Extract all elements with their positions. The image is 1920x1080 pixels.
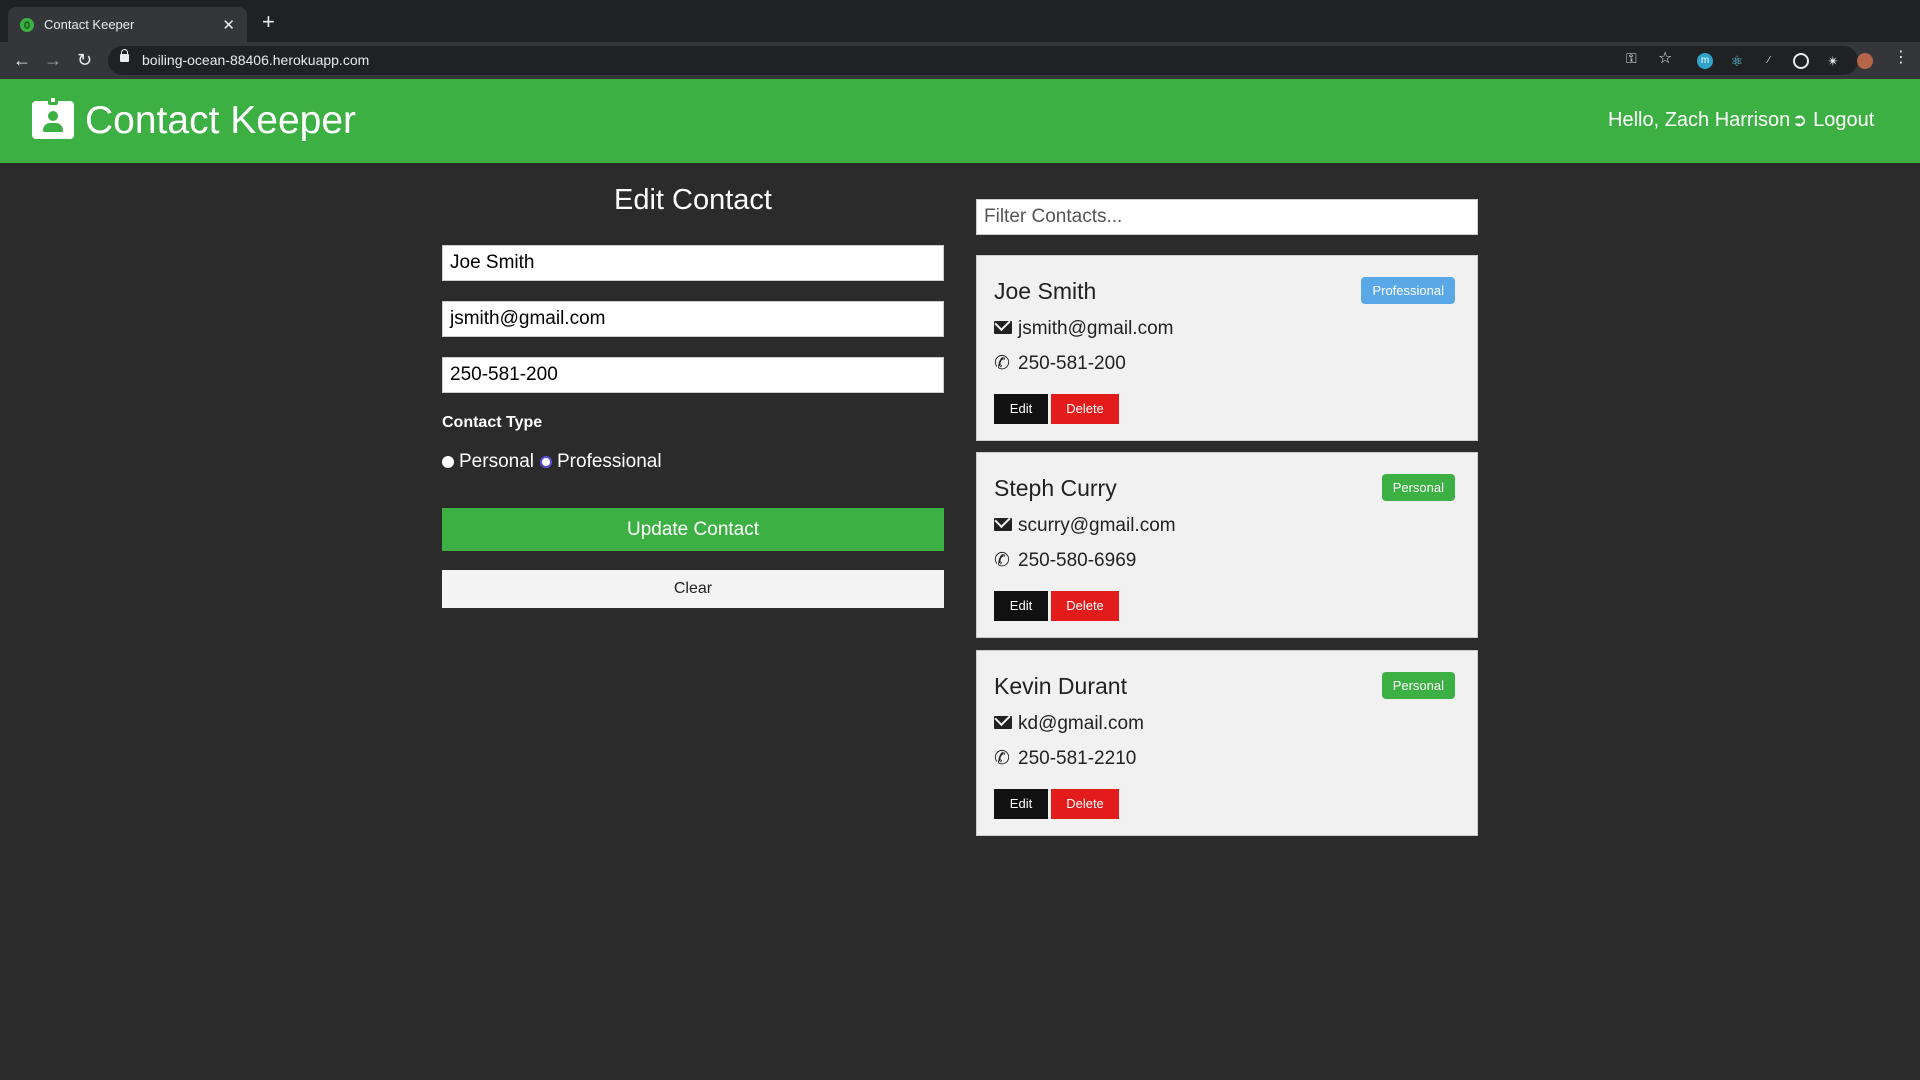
delete-button[interactable]: Delete	[1051, 591, 1119, 621]
update-contact-button[interactable]: Update Contact	[442, 508, 944, 551]
envelope-icon	[994, 515, 1014, 537]
profile-avatar[interactable]	[1857, 53, 1873, 69]
forward-arrow-icon[interactable]: →	[44, 48, 62, 72]
contact-type-radios: Personal Professional	[442, 451, 668, 473]
radio-personal-label: Personal	[459, 451, 534, 472]
phone-icon: ✆	[994, 550, 1010, 571]
extensions-puzzle-icon[interactable]: ✴	[1825, 53, 1841, 69]
delete-button[interactable]: Delete	[1051, 789, 1119, 819]
contact-email-text: kd@gmail.com	[1018, 713, 1144, 734]
radio-professional[interactable]	[540, 456, 552, 468]
form-title: Edit Contact	[614, 184, 772, 216]
contact-phone: ✆ 250-580-6969	[994, 549, 1136, 572]
envelope-icon	[994, 713, 1014, 735]
extension-pen-icon[interactable]: ⁄	[1761, 53, 1777, 69]
contact-type-label: Contact Type	[442, 414, 543, 431]
phone-input[interactable]: 250-581-200	[442, 357, 944, 393]
phone-icon: ✆	[994, 748, 1010, 769]
extension-m-icon[interactable]: m	[1697, 53, 1713, 69]
contact-card: Joe Smith Professional jsmith@gmail.com …	[976, 255, 1478, 441]
logout-link[interactable]: ➲ Logout	[1792, 109, 1874, 132]
contact-phone: ✆ 250-581-200	[994, 352, 1126, 375]
sign-out-icon: ➲	[1792, 110, 1808, 130]
react-devtools-icon[interactable]: ⚛	[1729, 53, 1745, 69]
contact-phone: ✆ 250-581-2210	[994, 747, 1136, 770]
lock-icon	[120, 49, 129, 62]
edit-button[interactable]: Edit	[994, 591, 1048, 621]
contact-type-badge: Professional	[1361, 277, 1455, 304]
browser-tab[interactable]: Contact Keeper ✕	[8, 7, 247, 42]
contact-email-text: jsmith@gmail.com	[1018, 318, 1174, 339]
edit-button[interactable]: Edit	[994, 789, 1048, 819]
delete-button[interactable]: Delete	[1051, 394, 1119, 424]
contact-name: Kevin Durant	[994, 673, 1127, 699]
contact-phone-text: 250-581-200	[1018, 352, 1126, 374]
address-bar[interactable]: boiling-ocean-88406.herokuapp.com	[108, 46, 1858, 75]
favicon-icon	[20, 17, 34, 32]
new-tab-button[interactable]: +	[262, 11, 275, 33]
contact-type-badge: Personal	[1381, 474, 1455, 501]
edit-button[interactable]: Edit	[994, 394, 1048, 424]
tab-title: Contact Keeper	[44, 17, 135, 32]
key-icon[interactable]: ⚿	[1626, 50, 1637, 67]
contact-card: Kevin Durant Personal kd@gmail.com ✆ 250…	[976, 650, 1478, 836]
app-navbar: Contact Keeper Hello, Zach Harrison ➲ Lo…	[0, 79, 1920, 163]
menu-dots-icon[interactable]: ⋮	[1893, 47, 1909, 67]
name-input[interactable]: Joe Smith	[442, 245, 944, 281]
bookmark-star-icon[interactable]: ☆	[1658, 48, 1672, 68]
contact-email: jsmith@gmail.com	[994, 318, 1173, 340]
contact-phone-text: 250-580-6969	[1018, 549, 1137, 571]
reload-icon[interactable]: ↻	[77, 48, 92, 72]
browser-toolbar: ← → ↻ boiling-ocean-88406.herokuapp.com …	[0, 42, 1920, 79]
contact-phone-text: 250-581-2210	[1018, 747, 1137, 769]
envelope-icon	[994, 318, 1014, 340]
browser-tab-bar: Contact Keeper ✕ +	[0, 0, 1920, 42]
filter-contacts-input[interactable]: Filter Contacts...	[976, 199, 1478, 235]
logout-label: Logout	[1813, 109, 1875, 131]
radio-professional-label: Professional	[557, 451, 662, 472]
email-input[interactable]: jsmith@gmail.com	[442, 301, 944, 337]
phone-icon: ✆	[994, 353, 1010, 374]
user-greeting: Hello, Zach Harrison	[1608, 109, 1791, 131]
contact-email: kd@gmail.com	[994, 713, 1144, 735]
app-title: Contact Keeper	[85, 99, 357, 142]
contact-name: Joe Smith	[994, 278, 1097, 304]
contact-card: Steph Curry Personal scurry@gmail.com ✆ …	[976, 452, 1478, 638]
tab-close-button[interactable]: ✕	[222, 16, 235, 34]
radio-personal[interactable]	[442, 456, 454, 468]
contact-email-text: scurry@gmail.com	[1018, 515, 1176, 536]
clear-button[interactable]: Clear	[442, 570, 944, 608]
contact-name: Steph Curry	[994, 475, 1117, 501]
back-arrow-icon[interactable]: ←	[13, 48, 31, 72]
address-url: boiling-ocean-88406.herokuapp.com	[142, 52, 370, 68]
contact-email: scurry@gmail.com	[994, 515, 1176, 537]
contact-type-badge: Personal	[1381, 672, 1455, 699]
extension-target-icon[interactable]	[1793, 53, 1809, 69]
id-badge-icon	[32, 95, 74, 139]
